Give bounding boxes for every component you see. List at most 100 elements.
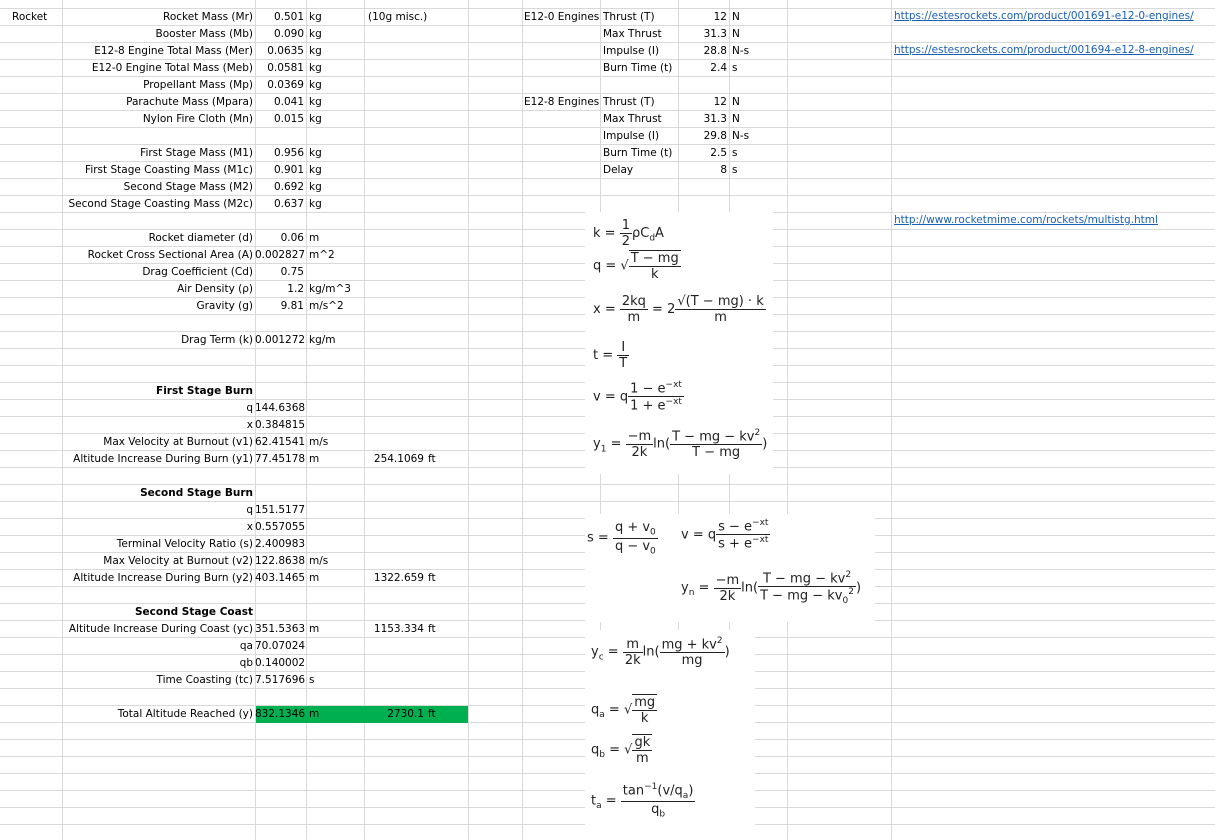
e12-8-unit-0: N: [732, 96, 740, 108]
equation-yc: yc = m 2k ln(mg + kv2 mg): [591, 636, 730, 669]
equation-qa: qa = √ mg k: [591, 694, 658, 726]
param-4-unit: kg: [309, 79, 322, 91]
equation-ta: ta = tan−1(v/qa) qb: [591, 782, 696, 820]
second-burn-3-value[interactable]: 122.8638: [255, 553, 305, 570]
equation-v: v = q1 − e−xt 1 + e−xt: [593, 380, 684, 414]
second-burn-0-value[interactable]: 151.5177: [255, 502, 305, 519]
param-4-value[interactable]: 0.0369: [255, 77, 304, 94]
coast-3-value[interactable]: 7.517696: [255, 672, 305, 689]
param-7-label: First Stage Mass (M1): [140, 147, 253, 159]
first-burn-1-value[interactable]: 0.384815: [255, 417, 305, 434]
coast-0-value[interactable]: 351.5363: [255, 621, 305, 638]
second-burn-1-value[interactable]: 0.557055: [255, 519, 305, 536]
e12-8-value-4[interactable]: 8: [680, 162, 727, 179]
second-burn-3-label: Max Velocity at Burnout (v2): [103, 555, 253, 567]
param-3-value[interactable]: 0.0581: [255, 60, 304, 77]
param-5-unit: kg: [309, 96, 322, 108]
equation-t: t = IT: [593, 340, 630, 371]
e12-8-value-3[interactable]: 2.5: [680, 145, 727, 162]
param-3-unit: kg: [309, 62, 322, 74]
total-label: Total Altitude Reached (y): [117, 708, 253, 720]
param-15-value[interactable]: 9.81: [255, 298, 304, 315]
e12-8-value-2[interactable]: 29.8: [680, 128, 727, 145]
param-6-unit: kg: [309, 113, 322, 125]
e12-0-unit-1: N: [732, 28, 740, 40]
first-burn-1-label: x: [246, 419, 253, 431]
param-1-label: Booster Mass (Mb): [155, 28, 253, 40]
param-6-value[interactable]: 0.015: [255, 111, 304, 128]
param-7-value[interactable]: 0.956: [255, 145, 304, 162]
second-burn-4-unit: m: [309, 572, 320, 584]
e12-8-unit-4: s: [732, 164, 738, 176]
param-1-unit: kg: [309, 28, 322, 40]
column-divider: [787, 0, 788, 840]
hyperlink-1[interactable]: https://estesrockets.com/product/001694-…: [894, 42, 1194, 59]
first-burn-2-label: Max Velocity at Burnout (v1): [103, 436, 253, 448]
hyperlink-0[interactable]: https://estesrockets.com/product/001691-…: [894, 8, 1194, 25]
first-burn-3-label: Altitude Increase During Burn (y1): [73, 453, 253, 465]
param-0-label: Rocket Mass (Mr): [163, 11, 253, 23]
coast-3-unit: s: [309, 674, 315, 686]
e12-0-unit-3: s: [732, 62, 738, 74]
equation-panel-3: yc = m 2k ln(mg + kv2 mg) qa = √ mg k qb = √ g…: [585, 630, 755, 840]
first-burn-3-unit: m: [309, 453, 320, 465]
param-8-value[interactable]: 0.901: [255, 162, 304, 179]
param-6-label: Nylon Fire Cloth (Mn): [142, 113, 253, 125]
param-9-value[interactable]: 0.692: [255, 179, 304, 196]
param-1-value[interactable]: 0.090: [255, 26, 304, 43]
e12-8-value-1[interactable]: 31.3: [680, 111, 727, 128]
param-4-label: Propellant Mass (Mp): [143, 79, 253, 91]
equation-vn: v = qs − e−xt s + e−xt: [681, 518, 771, 552]
coast-1-value[interactable]: 70.07024: [255, 638, 305, 655]
equation-k: k = 1 2 ρCdA: [593, 218, 664, 249]
coast-0-label: Altitude Increase During Coast (yc): [68, 623, 253, 635]
param-12-value[interactable]: 0.002827: [255, 247, 305, 264]
first-burn-2-unit: m/s: [309, 436, 329, 448]
param-13-value[interactable]: 0.75: [255, 264, 304, 281]
param-10-value[interactable]: 0.637: [255, 196, 304, 213]
param-10-label: Second Stage Coasting Mass (M2c): [68, 198, 254, 210]
e12-8-unit-1: N: [732, 113, 740, 125]
e12-0-label-1: Max Thrust: [603, 28, 662, 40]
equation-panel-2: s = q + v0 q − v0 v = qs − e−xt s + e−xt y…: [585, 514, 875, 622]
equation-panel-1: k = 1 2 ρCdA q = √ T − mg k x = 2kq m = 2 √(T …: [585, 212, 773, 474]
e12-0-value-2[interactable]: 28.8: [680, 43, 727, 60]
first-burn-3-value[interactable]: 77.45178: [255, 451, 305, 468]
e12-0-value-1[interactable]: 31.3: [680, 26, 727, 43]
column-divider: [522, 0, 523, 840]
second-burn-ft-unit: ft: [428, 572, 436, 584]
equation-x: x = 2kq m = 2 √(T − mg) · km: [593, 294, 766, 325]
e12-0-label-0: Thrust (T): [603, 11, 655, 23]
param-2-value[interactable]: 0.0635: [255, 43, 304, 60]
param-11-value[interactable]: 0.06: [255, 230, 304, 247]
coast-2-value[interactable]: 0.140002: [255, 655, 305, 672]
param-8-label: First Stage Coasting Mass (M1c): [85, 164, 253, 176]
equation-s: s = q + v0 q − v0: [587, 520, 658, 557]
first-burn-ft-unit: ft: [428, 453, 436, 465]
coast-1-label: qa: [239, 640, 253, 652]
param-0-value[interactable]: 0.501: [255, 9, 304, 26]
e12-0-value-0[interactable]: 12: [680, 9, 727, 26]
e12-0-title: E12-0 Engines: [524, 11, 600, 23]
param-5-value[interactable]: 0.041: [255, 94, 304, 111]
param-16-value[interactable]: 0.001272: [255, 332, 305, 349]
first-burn-2-value[interactable]: 62.41541: [255, 434, 305, 451]
e12-8-value-0[interactable]: 12: [680, 94, 727, 111]
param-14-value[interactable]: 1.2: [255, 281, 304, 298]
coast-ft-unit: ft: [428, 623, 436, 635]
second-burn-0-label: q: [246, 504, 253, 516]
param-16-label: Drag Term (k): [181, 334, 253, 346]
second-burn-4-value[interactable]: 403.1465: [255, 570, 305, 587]
param-16-unit: kg/m: [309, 334, 336, 346]
cell-a1[interactable]: Rocket: [12, 9, 47, 26]
first-burn-0-value[interactable]: 144.6368: [255, 400, 305, 417]
equation-q: q = √ T − mg k: [593, 250, 681, 282]
param-9-unit: kg: [309, 181, 322, 193]
e12-0-value-3[interactable]: 2.4: [680, 60, 727, 77]
e12-8-label-1: Max Thrust: [603, 113, 662, 125]
second-burn-2-value[interactable]: 2.400983: [255, 536, 305, 553]
second-burn-heading: Second Stage Burn: [140, 487, 253, 499]
param-13-label: Drag Coefficient (Cd): [142, 266, 253, 278]
total-value[interactable]: 832.1346: [255, 706, 305, 723]
hyperlink-2[interactable]: http://www.rocketmime.com/rockets/multis…: [894, 212, 1158, 229]
